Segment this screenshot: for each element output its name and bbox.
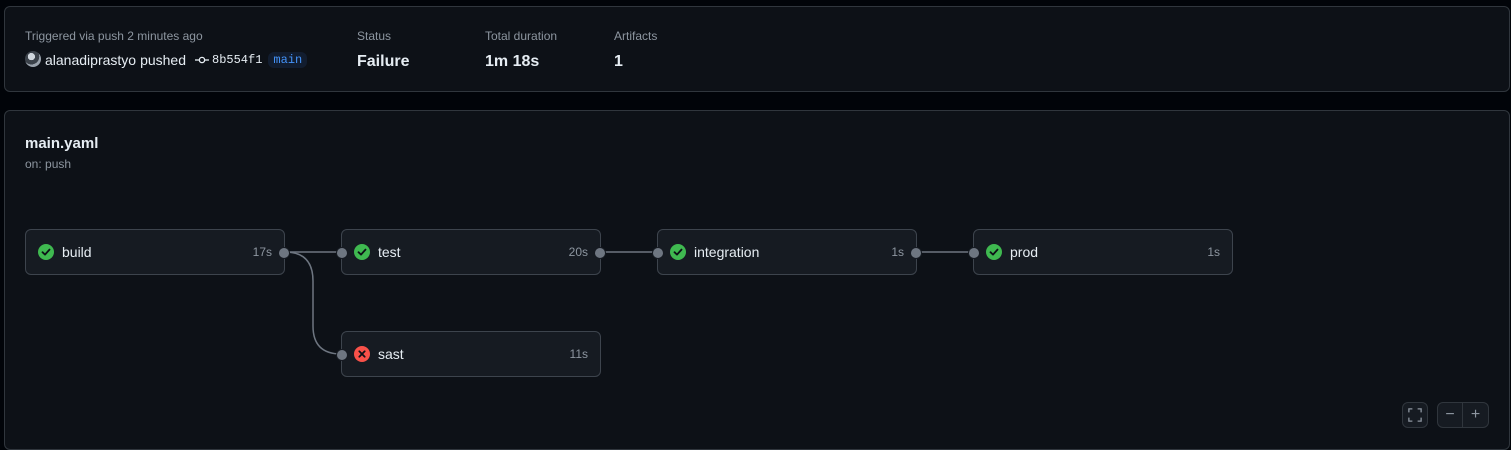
run-summary: Triggered via push 2 minutes ago alanadi…	[4, 6, 1510, 92]
avatar[interactable]	[25, 51, 41, 67]
job-duration: 20s	[568, 245, 588, 259]
status-value: Failure	[357, 53, 410, 70]
job-build[interactable]: build 17s	[25, 229, 290, 275]
job-sast[interactable]: sast 11s	[336, 331, 601, 377]
commit-sha-link[interactable]: 8b554f1	[212, 53, 262, 67]
duration-label: Total duration	[485, 29, 558, 43]
job-duration: 1s	[1207, 245, 1220, 259]
connector-build-sast	[284, 251, 342, 355]
artifacts-label: Artifacts	[614, 29, 658, 43]
trigger-details: alanadiprastyo pushed 8b554f1 main	[25, 51, 308, 68]
success-check-icon	[670, 244, 686, 260]
zoom-in-button[interactable]: +	[1463, 402, 1489, 428]
status-label: Status	[357, 29, 392, 43]
output-port	[594, 247, 606, 259]
job-test[interactable]: test 20s	[336, 229, 606, 275]
input-port	[652, 247, 664, 259]
git-commit-icon	[195, 53, 209, 67]
job-duration: 17s	[252, 245, 272, 259]
input-port	[336, 349, 348, 361]
workflow-graph-panel: main.yaml on: push build 17s test 20s in…	[4, 110, 1510, 450]
success-check-icon	[354, 244, 370, 260]
output-port	[278, 247, 290, 259]
actor-link[interactable]: alanadiprastyo	[45, 52, 136, 68]
job-duration: 11s	[569, 347, 588, 361]
push-action-text: pushed	[140, 52, 186, 68]
success-check-icon	[38, 244, 54, 260]
job-name: prod	[1010, 244, 1039, 260]
branch-label[interactable]: main	[268, 52, 308, 68]
job-name: sast	[378, 346, 404, 362]
job-duration: 1s	[891, 245, 904, 259]
input-port	[968, 247, 980, 259]
job-name: test	[378, 244, 401, 260]
job-name: build	[62, 244, 92, 260]
artifacts-count-link[interactable]: 1	[614, 53, 623, 71]
input-port	[336, 247, 348, 259]
fullscreen-button[interactable]	[1402, 402, 1428, 428]
duration-value: 1m 18s	[485, 53, 540, 70]
fullscreen-icon	[1408, 408, 1422, 422]
job-name: integration	[694, 244, 760, 260]
success-check-icon	[986, 244, 1002, 260]
job-integration[interactable]: integration 1s	[652, 229, 922, 275]
job-connectors	[284, 251, 973, 355]
output-port	[910, 247, 922, 259]
trigger-text: Triggered via push 2 minutes ago	[25, 29, 203, 43]
failure-x-icon	[354, 346, 370, 362]
job-prod[interactable]: prod 1s	[968, 229, 1233, 275]
zoom-out-button[interactable]: −	[1437, 402, 1463, 428]
